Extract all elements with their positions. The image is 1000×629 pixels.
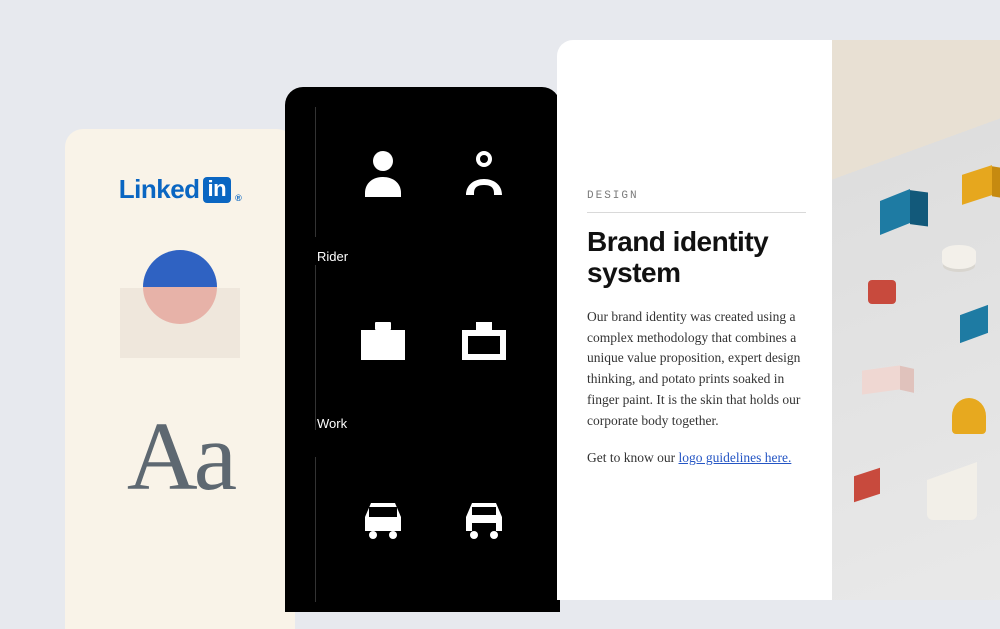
article-title: Brand identity system [587, 227, 806, 289]
linkedin-in-badge: in [203, 177, 232, 203]
article-body: DESIGN Brand identity system Our brand i… [557, 40, 832, 600]
car-outline-icon [456, 487, 512, 543]
briefcase-outline-icon [456, 312, 512, 368]
section-label-work: Work [315, 416, 560, 431]
shape-circle [143, 250, 217, 324]
briefcase-filled-icon [355, 312, 411, 368]
car-filled-icon [355, 487, 411, 543]
section-label-rider: Rider [315, 249, 560, 264]
icon-row-car [315, 487, 560, 543]
cta-prefix: Get to know our [587, 450, 679, 465]
block-white-wedge [927, 480, 977, 520]
block-yellow-arch [952, 398, 986, 434]
brand-identity-article-card: DESIGN Brand identity system Our brand i… [557, 40, 1000, 600]
linkedin-wordmark: Linked [119, 174, 200, 205]
eyebrow-label: DESIGN [587, 190, 806, 202]
divider [315, 107, 316, 237]
divider [587, 212, 806, 213]
person-outline-icon [456, 145, 512, 201]
linkedin-logo: Linked in ® [119, 174, 242, 205]
icon-row-person [315, 145, 560, 201]
brand-shape-graphic [120, 250, 240, 360]
block-red [868, 280, 896, 304]
block-cylinder-white [942, 245, 976, 269]
type-specimen: Aa [127, 408, 233, 506]
iconography-card: Rider Work [285, 87, 560, 612]
article-cta: Get to know our logo guidelines here. [587, 448, 806, 469]
brand-typography-card: Linked in ® Aa [65, 129, 295, 629]
article-paragraph: Our brand identity was created using a c… [587, 307, 806, 433]
registered-mark: ® [235, 193, 241, 203]
divider [315, 265, 316, 430]
person-filled-icon [355, 145, 411, 201]
logo-guidelines-link[interactable]: logo guidelines here. [679, 450, 792, 465]
divider [315, 457, 316, 602]
icon-row-briefcase [315, 312, 560, 368]
hero-image-blocks [832, 40, 1000, 600]
